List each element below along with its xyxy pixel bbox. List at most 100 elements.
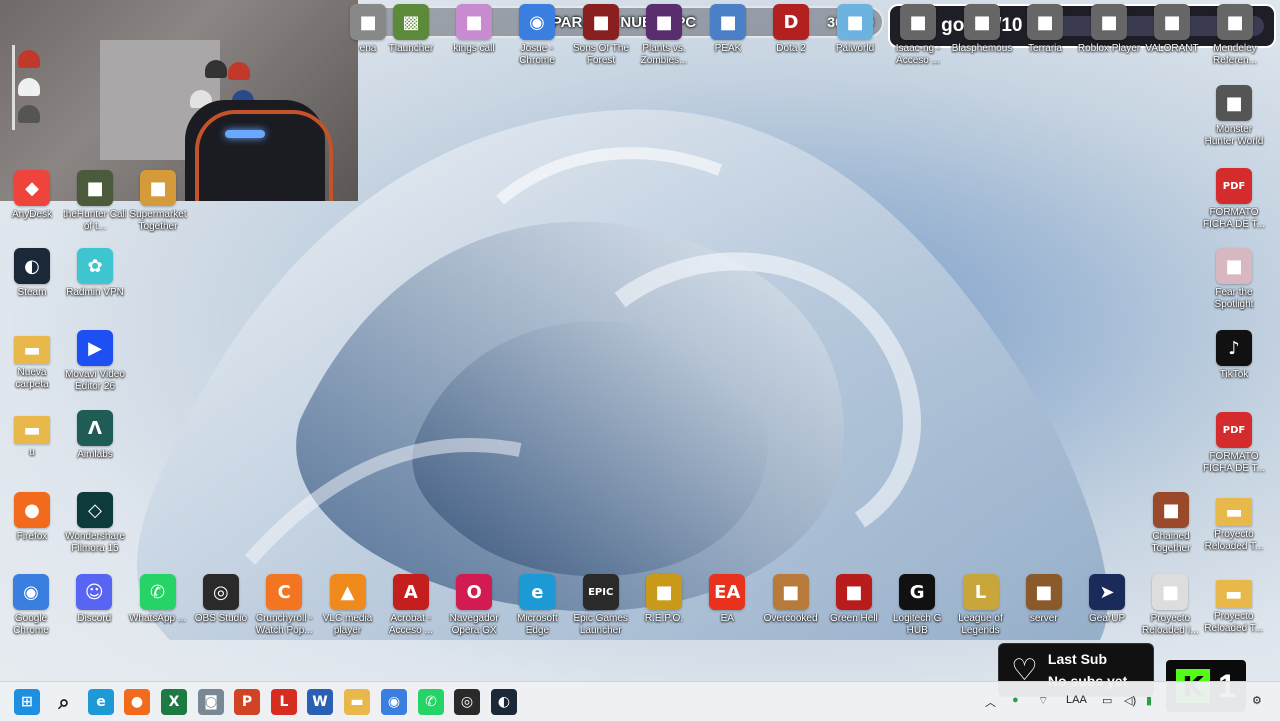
desktop-shortcut-label: Nueva carpeta <box>15 367 49 390</box>
desktop-shortcut[interactable]: ■ Sons Of The Forest <box>569 4 633 67</box>
ea-icon: EA <box>709 574 746 610</box>
desktop-shortcut[interactable]: ■ PEAK <box>696 4 760 55</box>
desktop-shortcut[interactable]: ■ Roblox Player <box>1077 4 1141 55</box>
desktop-shortcut[interactable]: ■ Overcooked <box>759 574 823 625</box>
desktop-shortcut[interactable]: ■ Isaac-ng - Acceso ... <box>886 4 950 67</box>
desktop-shortcut[interactable]: ▬ Proyecto Reloaded T... <box>1202 492 1266 553</box>
desktop-shortcut[interactable]: EPIC Epic Games Launcher <box>569 574 633 637</box>
desktop-shortcut[interactable]: ■ Green Hell <box>822 574 886 625</box>
desktop-shortcut[interactable]: O Navegador Opera GX <box>442 574 506 637</box>
desktop-shortcut[interactable]: ◆ AnyDesk <box>0 170 64 221</box>
desktop-shortcut[interactable]: PDF FORMATO FICHA DE T... <box>1202 412 1266 475</box>
desktop-shortcut[interactable]: Λ Aimlabs <box>63 410 127 461</box>
tray-network-icon[interactable]: ⌔ <box>1038 694 1048 708</box>
desktop-shortcut[interactable]: ◉ Josue - Chrome <box>505 4 569 67</box>
taskbar-chrome-icon[interactable]: ◉ <box>381 689 407 715</box>
desktop-shortcut[interactable]: ■ server <box>1012 574 1076 625</box>
taskbar-edge-icon[interactable]: e <box>88 689 114 715</box>
desktop-shortcut[interactable]: ● Firefox <box>0 492 64 543</box>
vlc-icon: ▲ <box>329 574 366 610</box>
desktop-shortcut-label: theHunter Call of t... <box>63 209 127 232</box>
desktop-shortcut[interactable]: ♪ TikTok <box>1202 330 1266 381</box>
show-hidden-icons-chevron-icon[interactable]: ︿ <box>985 694 996 710</box>
desktop-shortcut[interactable]: ■ Plants vs. Zombies... <box>632 4 696 67</box>
taskbar-word-icon[interactable]: W <box>307 689 333 715</box>
desktop-shortcut[interactable]: ▶ Movavi Video Editor 26 <box>63 330 127 393</box>
chrome-icon: ◉ <box>13 574 49 610</box>
desktop-shortcut-label: TikTok <box>1219 369 1249 380</box>
app-icon: ■ <box>1025 574 1062 610</box>
desktop-shortcut[interactable]: ■ kings call <box>442 4 506 55</box>
desktop-shortcut[interactable]: ✿ Radmin VPN <box>63 248 127 299</box>
desktop-shortcut[interactable]: ■ VALORANT <box>1140 4 1204 55</box>
desktop-shortcut[interactable]: e Microsoft Edge <box>505 574 569 637</box>
app-icon: ■ <box>1154 4 1190 40</box>
desktop-shortcut-label: Chained Together <box>1151 531 1191 554</box>
desktop-shortcut[interactable]: ◐ Steam <box>0 248 64 299</box>
folder-icon: ▬ <box>1216 498 1252 526</box>
desktop-shortcut[interactable]: ✆ WhatsApp ... <box>126 574 190 625</box>
logitech-icon: G <box>899 574 936 610</box>
desktop-shortcut[interactable]: ▲ VLC media player <box>316 574 380 637</box>
desktop-shortcut[interactable]: ➤ GearUP <box>1075 574 1139 625</box>
desktop-shortcut[interactable]: ■ Supermarket Together <box>126 170 190 233</box>
desktop-shortcut-label: Aimlabs <box>77 449 113 460</box>
desktop-shortcut[interactable]: PDF FORMATO FICHA DE T... <box>1202 168 1266 231</box>
desktop-shortcut-label: Sons Of The Forest <box>573 43 629 66</box>
taskbar-windows-start-icon[interactable]: ⊞ <box>14 689 40 715</box>
desktop-shortcut[interactable]: G Logitech G HUB <box>885 574 949 637</box>
desktop-shortcut[interactable]: ■ Palworld <box>823 4 887 55</box>
desktop-shortcut[interactable]: ■ Proyecto Reloaded I... <box>1138 574 1202 637</box>
taskbar-whatsapp-icon[interactable]: ✆ <box>418 689 444 715</box>
taskbar-firefox-icon[interactable]: ● <box>124 689 150 715</box>
desktop-shortcut-label: server <box>1029 613 1058 624</box>
desktop-shortcut[interactable]: ▬ Proyecto Reloaded T... <box>1202 574 1266 635</box>
desktop-shortcut-label: Acrobat - Acceso ... <box>388 613 433 636</box>
desktop-shortcut[interactable]: ■ Blasphemous <box>950 4 1014 55</box>
desktop-shortcut[interactable]: ■ R.E.P.O. <box>632 574 696 625</box>
taskbar-excel-icon[interactable]: X <box>161 689 187 715</box>
desktop-shortcut[interactable]: ■ Mendeley Referen... <box>1203 4 1267 67</box>
desktop-shortcut[interactable]: ◉ Google Chrome <box>0 574 63 637</box>
desktop-shortcut-label: Isaac-ng - Acceso ... <box>895 43 941 66</box>
desktop-shortcut[interactable]: ■ theHunter Call of t... <box>63 170 127 233</box>
desktop-shortcut[interactable]: ■ Fear the Spotlight <box>1202 248 1266 311</box>
desktop-shortcut[interactable]: ■ Terraria <box>1013 4 1077 55</box>
desktop-shortcut[interactable]: ■ Monster Hunter World <box>1202 85 1266 148</box>
folder-icon: ▬ <box>14 336 50 364</box>
tray-language[interactable]: LAA <box>1066 694 1087 706</box>
tray-settings-icon[interactable]: ⚙ <box>1252 694 1262 707</box>
taskbar-camera-icon[interactable]: ◙ <box>198 689 224 715</box>
tray-security-icon[interactable]: ● <box>1012 694 1019 706</box>
desktop-shortcut[interactable]: ▬ u <box>0 410 64 459</box>
desktop-shortcut[interactable]: D Dota 2 <box>759 4 823 55</box>
desktop-shortcut-label: Steam <box>17 287 47 298</box>
taskbar-powerpoint-icon[interactable]: P <box>234 689 260 715</box>
desktop-shortcut[interactable]: ◎ OBS Studio <box>189 574 253 625</box>
desktop-shortcut[interactable]: ▩ Tlauncher <box>379 4 443 55</box>
tray-display-icon[interactable]: ▭ <box>1102 694 1112 707</box>
tray-volume-icon[interactable]: ◁) <box>1124 694 1136 707</box>
taskbar-search-icon[interactable]: ⌕ <box>51 689 77 715</box>
desktop-shortcut[interactable]: C Crunchyroll - Watch Pop... <box>252 574 316 637</box>
lol-icon: L <box>962 574 999 610</box>
desktop-shortcut[interactable]: ▬ Nueva carpeta <box>0 330 64 391</box>
desktop-shortcut[interactable]: ◇ Wondershare Filmora 15 <box>63 492 127 555</box>
tray-battery-icon[interactable]: ▮ <box>1146 694 1152 707</box>
taskbar-file-explorer-icon[interactable]: ▬ <box>344 689 370 715</box>
desktop-shortcut[interactable]: ■ Chained Together <box>1139 492 1203 555</box>
desktop-shortcut-label: Plants vs. Zombies... <box>640 43 688 66</box>
desktop-shortcut[interactable]: EA EA <box>695 574 759 625</box>
desktop-shortcut[interactable]: ☺ Discord <box>62 574 126 625</box>
taskbar-obs-icon[interactable]: ◎ <box>454 689 480 715</box>
taskbar-app-l-icon[interactable]: L <box>271 689 297 715</box>
gearup-icon: ➤ <box>1089 574 1126 610</box>
desktop-shortcut[interactable]: L League of Legends <box>949 574 1013 637</box>
desktop-shortcut[interactable]: A Acrobat - Acceso ... <box>379 574 443 637</box>
discord-icon: ☺ <box>76 574 113 610</box>
desktop-shortcut-label: EA <box>720 613 734 624</box>
desktop-shortcut-label: Proyecto Reloaded I... <box>1142 613 1199 636</box>
taskbar-steam-icon[interactable]: ◐ <box>491 689 517 715</box>
desktop-shortcut-label: VLC media player <box>322 613 373 636</box>
desktop-shortcut-label: Blasphemous <box>951 43 1013 54</box>
